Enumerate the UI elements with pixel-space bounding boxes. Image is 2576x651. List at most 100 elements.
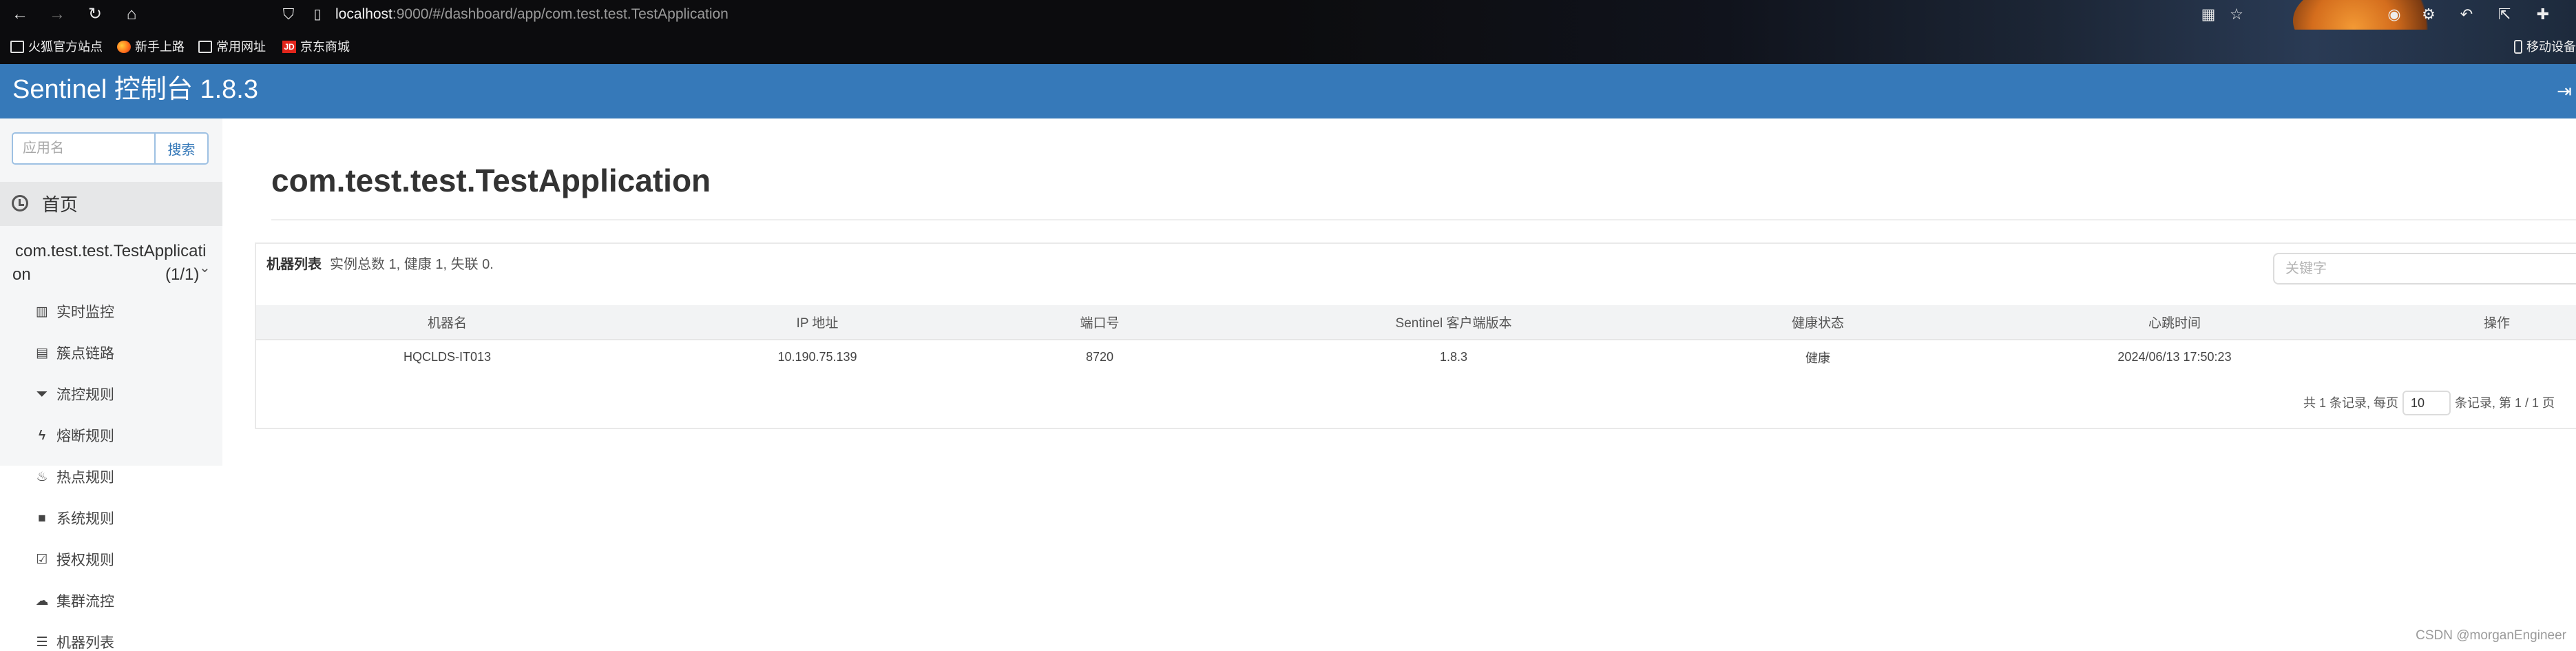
reload-icon[interactable]: ↻ <box>85 4 105 25</box>
sidebar-item-label: 熔断规则 <box>56 428 114 444</box>
avatar-icon[interactable]: ◉ <box>2384 4 2405 25</box>
sidebar-item-label: 系统规则 <box>56 511 114 527</box>
folder-icon <box>198 41 212 53</box>
column-header: Sentinel 客户端版本 <box>1203 305 1704 340</box>
cell-port: 8720 <box>1085 350 1114 364</box>
bookmark-firefox-site[interactable]: 火狐官方站点 <box>10 38 103 56</box>
bookmark-label: 火狐官方站点 <box>28 40 103 54</box>
column-header: 心跳时间 <box>1931 305 2418 340</box>
chevron-down-icon[interactable]: ⌄ <box>199 259 211 276</box>
bookmark-bar: 火狐官方站点 新手上路 常用网址 JD 京东商城 移动设备 <box>0 30 2576 64</box>
cell-heartbeat-time: 2024/06/13 17:50:23 <box>2117 350 2232 364</box>
bookmark-label: 常用网址 <box>216 40 266 54</box>
sidebar-item-system-rules[interactable]: ■ 系统规则 <box>0 500 222 539</box>
sidebar-item-degrade-rules[interactable]: ϟ 熔断规则 <box>0 417 222 456</box>
page-title: com.test.test.TestApplication <box>271 163 711 198</box>
search-button[interactable]: 搜索 <box>154 132 209 165</box>
home-icon[interactable]: ⌂ <box>121 4 142 25</box>
bookmark-getting-started[interactable]: 新手上路 <box>117 38 185 56</box>
bookmark-theme-background <box>1268 30 2576 64</box>
app-instance-count: (1/1) <box>165 265 200 284</box>
puzzle-icon[interactable]: ✚ <box>2533 4 2553 25</box>
sidebar-item-flow-rules[interactable]: ⏷ 流控规则 <box>0 376 222 415</box>
share-icon[interactable]: ⇱ <box>2494 4 2515 25</box>
url-host: localhost <box>335 6 392 22</box>
watermark: CSDN @morganEngineer <box>2416 628 2566 643</box>
lock-icon: ■ <box>38 511 46 526</box>
pager-suffix: 条记录, 第 1 / 1 页 <box>2454 396 2555 410</box>
sidebar-item-machine-list[interactable]: ☰ 机器列表 <box>0 624 222 651</box>
extension-icon[interactable]: ⚙ <box>2418 4 2439 25</box>
bolt-icon: ϟ <box>38 428 46 443</box>
bookmark-common-sites[interactable]: 常用网址 <box>198 38 266 56</box>
app-title[interactable]: Sentinel 控制台 1.8.3 <box>12 72 258 107</box>
sidebar-item-label: 实时监控 <box>56 304 114 320</box>
machine-table: 机器名 IP 地址 端口号 Sentinel 客户端版本 健康状态 心跳时间 操… <box>256 305 2576 374</box>
sidebar-item-label: 机器列表 <box>56 635 114 651</box>
app-search: 搜索 <box>12 132 209 165</box>
column-header: 端口号 <box>996 305 1203 340</box>
sidebar-item-label: 流控规则 <box>56 387 114 403</box>
check-icon: ☑ <box>36 552 48 567</box>
sidebar-item-cluster-flow[interactable]: ☁ 集群流控 <box>0 583 222 621</box>
back-icon[interactable]: ← <box>10 4 30 25</box>
keyword-search-input[interactable] <box>2273 253 2576 285</box>
browser-toolbar: ← → ↻ ⌂ ⛉ ▯ localhost:9000/#/dashboard/a… <box>0 0 2576 30</box>
list-icon: ☰ <box>36 635 48 650</box>
table-header-row: 机器名 IP 地址 端口号 Sentinel 客户端版本 健康状态 心跳时间 操… <box>256 305 2576 340</box>
instance-summary: 实例总数 1, 健康 1, 失联 0. <box>330 257 494 272</box>
sidebar: 搜索 首页 com.test.test.TestApplicati on (1/… <box>0 118 222 651</box>
page-size-input[interactable] <box>2402 391 2451 415</box>
sidebar-item-label: 集群流控 <box>56 594 114 610</box>
star-icon[interactable]: ☆ <box>2226 4 2247 25</box>
fire-icon: ♨ <box>36 470 48 484</box>
url-path: :9000/#/dashboard/app/com.test.test.Test… <box>392 6 729 22</box>
cell-ip-address: 10.190.75.139 <box>777 350 857 364</box>
sidebar-item-label: 簇点链路 <box>56 346 114 362</box>
logout-icon[interactable]: ⇥ <box>2554 81 2575 101</box>
sidebar-item-param-rules[interactable]: ♨ 热点规则 <box>0 459 222 497</box>
column-header: 健康状态 <box>1704 305 1931 340</box>
app-search-input[interactable] <box>12 132 154 165</box>
filter-icon: ⏷ <box>36 387 48 402</box>
bookmark-label: 新手上路 <box>135 40 185 54</box>
jd-icon: JD <box>282 41 296 53</box>
app-name: com.test.test.TestApplicati <box>15 242 207 260</box>
main-content: com.test.test.TestApplication 机器列表 实例总数 1… <box>222 118 2576 651</box>
cell-health-status: 健康 <box>1805 351 1830 365</box>
cloud-icon: ☁ <box>35 594 49 608</box>
sidebar-item-label: 热点规则 <box>56 470 114 486</box>
sidebar-item-realtime-monitor[interactable]: ▥ 实时监控 <box>0 293 222 332</box>
sidebar-item-auth-rules[interactable]: ☑ 授权规则 <box>0 541 222 580</box>
column-header: 操作 <box>2418 305 2576 340</box>
column-header: 机器名 <box>256 305 638 340</box>
page-icon[interactable]: ▯ <box>307 4 328 25</box>
bookmark-mobile[interactable]: 移动设备 <box>2514 38 2576 56</box>
app-header: Sentinel 控制台 1.8.3 ⇥ <box>0 64 2576 118</box>
forward-icon[interactable]: → <box>47 4 67 25</box>
shield-icon[interactable]: ⛉ <box>278 4 299 25</box>
pagination: 共 1 条记录, 每页 条记录, 第 1 / 1 页 <box>2303 391 2555 415</box>
column-header: IP 地址 <box>638 305 996 340</box>
bookmark-jd[interactable]: JD 京东商城 <box>282 38 350 56</box>
cell-client-version: 1.8.3 <box>1439 350 1468 364</box>
phone-icon <box>2514 40 2522 54</box>
panel-heading: 机器列表 实例总数 1, 健康 1, 失联 0. <box>266 255 494 274</box>
qr-icon[interactable]: ▦ <box>2198 4 2219 25</box>
sidebar-item-cluster-link[interactable]: ▤ 簇点链路 <box>0 335 222 373</box>
chart-icon: ▥ <box>36 304 48 319</box>
sidebar-app-entry[interactable]: com.test.test.TestApplicati on (1/1) ⌄ <box>0 234 222 295</box>
sidebar-item-label: 首页 <box>42 194 78 215</box>
folder-icon <box>10 41 24 53</box>
sidebar-item-label: 授权规则 <box>56 552 114 568</box>
machine-list-panel: 机器列表实例总数 1, 健康 1, 失联 0. 机器名 IP 地址 端口号 Se… <box>255 242 2576 429</box>
table-row: HQCLDS-IT013 10.190.75.139 8720 1.8.3 健康… <box>256 340 2576 374</box>
panel-title: 机器列表 <box>266 257 322 272</box>
cell-machine-name: HQCLDS-IT013 <box>403 350 492 364</box>
list-icon: ▤ <box>36 346 48 360</box>
undo-icon[interactable]: ↶ <box>2456 4 2477 25</box>
sidebar-item-home[interactable]: 首页 <box>0 182 222 226</box>
bookmark-label: 京东商城 <box>300 40 350 54</box>
url-bar[interactable]: localhost:9000/#/dashboard/app/com.test.… <box>335 3 729 25</box>
firefox-icon <box>117 41 131 53</box>
